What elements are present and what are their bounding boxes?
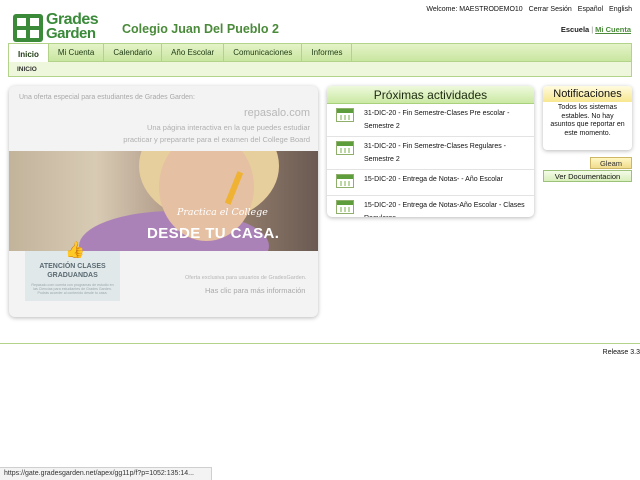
logo-text-garden: Garden <box>46 25 96 42</box>
activity-text: 31-DIC-20 - Fin Semestre-Clases Pre esco… <box>364 110 510 130</box>
promo-banner[interactable]: Una oferta especial para estudiantes de … <box>9 86 318 317</box>
breadcrumb-inicio[interactable]: INICIO <box>17 66 37 73</box>
calendar-icon <box>336 174 354 188</box>
logout-link[interactable]: Cerrar Sesión <box>529 6 572 13</box>
promo-graduating-card: 👍 ATENCIÓN CLASES GRADUANDAS Repasalo.co… <box>25 242 120 301</box>
activities-title: Próximas actividades <box>327 86 534 104</box>
breadcrumb: INICIO <box>8 62 632 77</box>
nav-tab-inicio[interactable]: Inicio <box>9 44 49 64</box>
notifications-panel: Notificaciones Todos los sistemas establ… <box>543 86 632 150</box>
language-english-link[interactable]: English <box>609 6 632 13</box>
activity-text: 31-DIC-20 - Fin Semestre-Clases Regulare… <box>364 143 506 163</box>
release-version: Release 3.3 <box>602 349 640 356</box>
notifications-title: Notificaciones <box>543 86 632 102</box>
promo-footnote: Oferta exclusiva para usuarios de Grades… <box>185 275 307 281</box>
gleam-button[interactable]: Gleam <box>590 157 632 169</box>
thumbs-up-icon: 👍 <box>65 242 85 259</box>
calendar-icon <box>336 108 354 122</box>
welcome-text: Welcome: MAESTRODEMO10 <box>426 6 523 13</box>
promo-card-text: Repasalo.com cuenta con programas de est… <box>31 283 114 296</box>
my-account-link[interactable]: Mi Cuenta <box>595 25 631 34</box>
promo-photo: Practica el College DESDE TU CASA. <box>9 151 318 251</box>
calendar-icon <box>336 200 354 214</box>
notifications-message: Todos los sistemas estables. No hay asun… <box>550 104 625 137</box>
school-link[interactable]: Escuela <box>561 25 589 34</box>
activity-text: 15-DIC-20 - Entrega de Notas-Año Escolar… <box>364 202 525 217</box>
calendar-icon <box>336 141 354 155</box>
activity-item[interactable]: 15-DIC-20 - Entrega de Notas- - Año Esco… <box>327 170 534 196</box>
nav-tab-comunicaciones[interactable]: Comunicaciones <box>224 44 303 61</box>
footer-divider <box>0 343 640 344</box>
logo-emblem-icon <box>13 14 43 42</box>
promo-description: Una página interactiva en la que puedes … <box>123 123 310 144</box>
nav-tab-ano-escolar[interactable]: Año Escolar <box>162 44 225 61</box>
promo-card-title: ATENCIÓN CLASES GRADUANDAS <box>39 263 106 279</box>
grades-garden-logo[interactable]: Grades Garden <box>12 11 106 43</box>
nav-tab-informes[interactable]: Informes <box>302 44 353 61</box>
top-bar: Welcome: MAESTRODEMO10 Cerrar Sesión Esp… <box>422 6 632 13</box>
view-documentation-button[interactable]: Ver Documentacion <box>543 170 632 182</box>
activity-item[interactable]: 31-DIC-20 - Fin Semestre-Clases Regulare… <box>327 137 534 170</box>
promo-site-name: repasalo.com <box>243 107 310 119</box>
school-name: Colegio Juan Del Pueblo 2 <box>122 22 279 36</box>
promo-more-info-link[interactable]: Has clic para más información <box>205 286 305 295</box>
main-nav: Inicio Mi Cuenta Calendario Año Escolar … <box>8 43 632 64</box>
activity-text: 15-DIC-20 - Entrega de Notas- - Año Esco… <box>364 176 503 183</box>
nav-tab-mi-cuenta[interactable]: Mi Cuenta <box>49 44 105 61</box>
promo-headline: DESDE TU CASA. <box>147 225 280 242</box>
nav-tab-calendario[interactable]: Calendario <box>104 44 163 61</box>
user-links-separator: | <box>591 25 594 34</box>
activity-item[interactable]: 15-DIC-20 - Entrega de Notas-Año Escolar… <box>327 196 534 217</box>
upcoming-activities-panel: Próximas actividades 31-DIC-20 - Fin Sem… <box>327 86 534 217</box>
promo-tagline: Practica el College <box>177 207 268 218</box>
browser-status-url: https://gate.gradesgarden.net/apex/gg11p… <box>0 467 212 480</box>
user-links: Escuela | Mi Cuenta <box>561 25 631 34</box>
language-spanish-link[interactable]: Español <box>578 6 603 13</box>
promo-intro: Una oferta especial para estudiantes de … <box>19 94 195 101</box>
activity-item[interactable]: 31-DIC-20 - Fin Semestre-Clases Pre esco… <box>327 104 534 137</box>
